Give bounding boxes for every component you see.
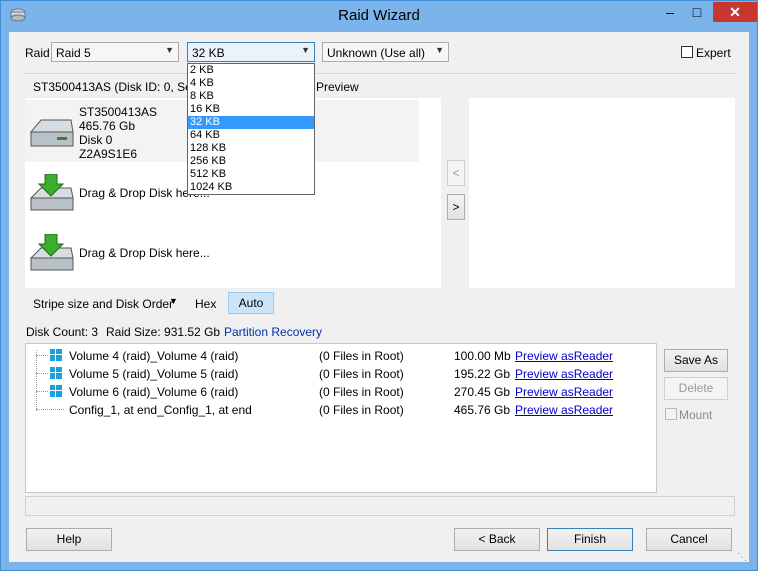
stripe-option[interactable]: 512 KB [188, 168, 314, 181]
disk-header-text: ST3500413AS (Disk ID: 0, Seria [33, 80, 206, 94]
windows-icon [50, 367, 62, 379]
save-as-button[interactable]: Save As [664, 349, 728, 372]
preview-panel [469, 98, 735, 288]
delete-button[interactable]: Delete [664, 377, 728, 400]
hard-disk-icon [29, 119, 74, 147]
volume-row[interactable]: Volume 5 (raid)_Volume 5 (raid) (0 Files… [26, 364, 656, 382]
mount-label: Mount [679, 408, 713, 422]
preview-as-reader-link[interactable]: Preview asReader [515, 367, 613, 381]
expert-checkbox[interactable] [681, 46, 693, 58]
window-title: Raid Wizard [338, 7, 420, 24]
help-button[interactable]: Help [26, 528, 112, 551]
volume-files: (0 Files in Root) [319, 385, 404, 399]
stripe-option[interactable]: 64 KB [188, 129, 314, 142]
drop-disk-icon [29, 174, 74, 211]
tree-branch [36, 373, 48, 374]
volume-size: 100.00 Mb [454, 349, 511, 363]
volume-name: Volume 4 (raid)_Volume 4 (raid) [69, 349, 239, 363]
mount-checkbox[interactable] [665, 408, 677, 420]
stripe-size-dropdown[interactable]: 2 KB 4 KB 8 KB 16 KB 32 KB 64 KB 128 KB … [187, 63, 315, 195]
drop-disk-icon [29, 234, 74, 271]
title-bar[interactable]: Raid Wizard – □ ✕ [1, 1, 757, 31]
volume-row[interactable]: Volume 4 (raid)_Volume 4 (raid) (0 Files… [26, 346, 656, 364]
arrow-column: < > [443, 98, 469, 288]
volume-row[interactable]: Volume 6 (raid)_Volume 6 (raid) (0 Files… [26, 382, 656, 400]
raid-type-select[interactable]: Raid 5 ▼ [51, 42, 179, 62]
maximize-button[interactable]: □ [684, 2, 710, 22]
hex-button[interactable]: Hex [195, 297, 216, 311]
disk-count: Disk Count: 3 [26, 325, 99, 339]
volume-name: Config_1, at end_Config_1, at end [69, 403, 252, 417]
volume-files: (0 Files in Root) [319, 349, 404, 363]
chevron-down-icon: ▼ [169, 296, 178, 306]
disk-serial: Z2A9S1E6 [79, 147, 138, 161]
stripe-option[interactable]: 4 KB [188, 77, 314, 90]
disk-size: 465.76 Gb [79, 119, 136, 133]
disk-order-select[interactable]: Unknown (Use all) ▼ [322, 42, 449, 62]
drop-target[interactable]: Drag & Drop Disk here... [25, 228, 419, 282]
windows-icon [50, 385, 62, 397]
volume-files: (0 Files in Root) [319, 367, 404, 381]
tree-branch [36, 355, 48, 356]
stripe-option[interactable]: 2 KB [188, 64, 314, 77]
chevron-down-icon: ▼ [435, 45, 444, 55]
volume-files: (0 Files in Root) [319, 403, 404, 417]
back-button[interactable]: < Back [454, 528, 540, 551]
stripe-option-selected[interactable]: 32 KB [188, 116, 314, 129]
volume-size: 195.22 Gb [454, 367, 511, 381]
stripe-toolbar: Stripe size and Disk Order ▼ Hex Auto [25, 290, 735, 316]
minimize-button[interactable]: – [657, 2, 683, 22]
disk-header: ST3500413AS (Disk ID: 0, Seria Preview [25, 73, 735, 98]
volume-size: 465.76 Gb [454, 403, 511, 417]
resize-grip-icon[interactable]: ⋱ [737, 552, 747, 563]
raid-label: Raid [25, 46, 50, 60]
drop-target-label: Drag & Drop Disk here... [79, 246, 210, 260]
cancel-button[interactable]: Cancel [646, 528, 732, 551]
preview-tab[interactable]: Preview [316, 80, 359, 94]
finish-button[interactable]: Finish [547, 528, 633, 551]
preview-as-reader-link[interactable]: Preview asReader [515, 403, 613, 417]
raid-type-value: Raid 5 [56, 46, 91, 60]
stripe-option[interactable]: 1024 KB [188, 181, 314, 194]
preview-as-reader-link[interactable]: Preview asReader [515, 349, 613, 363]
stripe-size-value: 32 KB [192, 46, 225, 60]
volume-name: Volume 6 (raid)_Volume 6 (raid) [69, 385, 239, 399]
tree-branch [36, 409, 64, 410]
disk-order-value: Unknown (Use all) [327, 46, 426, 60]
disk-model: ST3500413AS [79, 105, 158, 119]
chevron-down-icon: ▼ [165, 45, 174, 55]
volume-row[interactable]: Config_1, at end_Config_1, at end (0 Fil… [26, 400, 656, 418]
stripe-size-select[interactable]: 32 KB ▼ [187, 42, 315, 62]
preview-as-reader-link[interactable]: Preview asReader [515, 385, 613, 399]
raid-wizard-window: Raid Wizard – □ ✕ Raid Raid 5 ▼ 32 KB ▼ … [0, 0, 758, 571]
raid-size: Raid Size: 931.52 Gb [106, 325, 221, 339]
stripe-option[interactable]: 128 KB [188, 142, 314, 155]
auto-toggle[interactable]: Auto [228, 292, 274, 314]
move-right-button[interactable]: > [447, 194, 465, 220]
partition-recovery-link[interactable]: Partition Recovery [224, 325, 322, 339]
volume-name: Volume 5 (raid)_Volume 5 (raid) [69, 367, 239, 381]
stripe-order-menu[interactable]: Stripe size and Disk Order [33, 297, 173, 311]
volume-tree: Volume 4 (raid)_Volume 4 (raid) (0 Files… [25, 343, 657, 493]
expert-label: Expert [696, 46, 731, 60]
close-button[interactable]: ✕ [713, 2, 757, 22]
stripe-option[interactable]: 16 KB [188, 103, 314, 116]
stripe-option[interactable]: 256 KB [188, 155, 314, 168]
stripe-option[interactable]: 8 KB [188, 90, 314, 103]
move-left-button[interactable]: < [447, 160, 465, 186]
disk-number: Disk 0 [79, 133, 113, 147]
side-button-panel: Save As Delete Mount [657, 343, 735, 493]
status-strip [25, 496, 735, 516]
volume-size: 270.45 Gb [454, 385, 511, 399]
chevron-down-icon: ▼ [301, 45, 310, 55]
windows-icon [50, 349, 62, 361]
tree-branch [36, 391, 48, 392]
wizard-content: Raid Raid 5 ▼ 32 KB ▼ Unknown (Use all) … [9, 32, 749, 563]
